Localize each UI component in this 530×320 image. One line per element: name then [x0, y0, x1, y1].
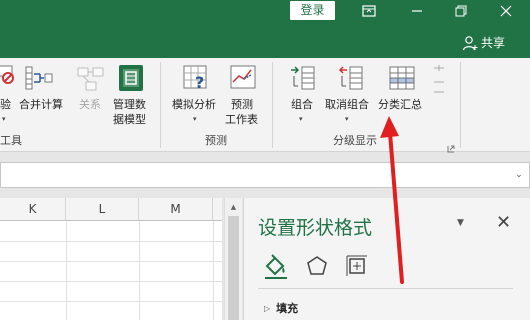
chevron-down-icon[interactable]: ▾ [2, 115, 6, 123]
expand-formula-bar-icon[interactable]: ⌄ [512, 168, 526, 182]
restore-icon[interactable] [437, 0, 485, 22]
column-header[interactable]: K [0, 198, 66, 221]
group-label-data-tools: 工具 [0, 134, 22, 147]
show-detail-icon[interactable] [432, 64, 446, 104]
person-icon [462, 36, 478, 51]
column-header[interactable]: M [139, 198, 213, 221]
forecast-sheet-label-1[interactable]: 预测 [231, 98, 253, 112]
ribbon-display-options-icon[interactable] [345, 0, 393, 22]
data-model-icon[interactable] [118, 64, 144, 92]
ungroup-icon[interactable] [336, 64, 366, 94]
relationships-icon[interactable] [76, 64, 106, 94]
grid-line [66, 221, 67, 320]
data-model-label-1[interactable]: 管理数 [113, 98, 146, 112]
scrollbar-thumb[interactable] [228, 216, 239, 320]
pane-title: 设置形状格式 [258, 217, 373, 239]
dialog-launcher-icon[interactable] [447, 138, 455, 153]
close-pane-icon[interactable]: ✕ [496, 212, 511, 233]
pane-options-icon[interactable]: ▼ [457, 218, 464, 228]
what-if-analysis-icon[interactable]: ? [182, 64, 210, 94]
size-properties-icon[interactable] [343, 252, 371, 280]
grid-line [0, 281, 222, 282]
data-validation-icon[interactable] [0, 64, 18, 94]
svg-text:?: ? [195, 73, 204, 92]
expand-arrow-icon: ▷ [264, 303, 271, 313]
minimize-icon[interactable] [393, 0, 441, 22]
share-label: 共享 [481, 36, 506, 50]
group-label-forecast: 预测 [205, 134, 227, 147]
group-separator [160, 62, 161, 148]
consolidate-icon[interactable] [24, 64, 54, 94]
sign-in-button[interactable]: 登录 [290, 1, 335, 20]
data-validation-label[interactable]: 验 [0, 98, 11, 112]
tab-bar [0, 22, 530, 58]
formula-bar[interactable] [0, 162, 530, 188]
chevron-down-icon[interactable]: ▾ [345, 115, 349, 123]
grid-line [0, 261, 222, 262]
close-icon[interactable] [482, 0, 530, 22]
fill-section-header[interactable]: ▷ 填充 [264, 300, 298, 316]
group-separator [272, 62, 273, 148]
fill-line-icon[interactable] [262, 252, 290, 280]
grid-line [0, 301, 222, 302]
fill-section-label: 填充 [276, 302, 299, 315]
what-if-analysis-label[interactable]: 模拟分析 [172, 98, 216, 112]
scroll-up-icon[interactable]: ▲ [228, 202, 239, 213]
column-header[interactable]: L [66, 198, 139, 221]
subtotal-icon[interactable] [388, 64, 418, 94]
subtotal-label[interactable]: 分类汇总 [378, 98, 422, 112]
forecast-sheet-label-2[interactable]: 工作表 [225, 113, 258, 127]
effects-icon[interactable] [303, 252, 331, 280]
group-rows-icon[interactable] [288, 64, 318, 94]
pane-divider [258, 288, 513, 289]
relationships-label[interactable]: 关系 [79, 98, 101, 112]
consolidate-label[interactable]: 合并计算 [19, 98, 63, 112]
ungroup-label[interactable]: 取消组合 [325, 98, 369, 112]
chevron-down-icon[interactable]: ▾ [299, 115, 303, 123]
data-model-label-2[interactable]: 据模型 [113, 113, 146, 127]
grid-line [139, 221, 140, 320]
grid-line [0, 241, 222, 242]
group-button-label[interactable]: 组合 [291, 98, 313, 112]
group-separator [460, 62, 461, 148]
chevron-down-icon[interactable]: ▾ [193, 115, 197, 123]
share-button[interactable]: 共享 [462, 34, 505, 52]
grid-line [213, 221, 214, 320]
group-label-outline: 分级显示 [333, 134, 377, 147]
forecast-sheet-icon[interactable] [229, 64, 257, 94]
column-header[interactable] [213, 198, 222, 221]
